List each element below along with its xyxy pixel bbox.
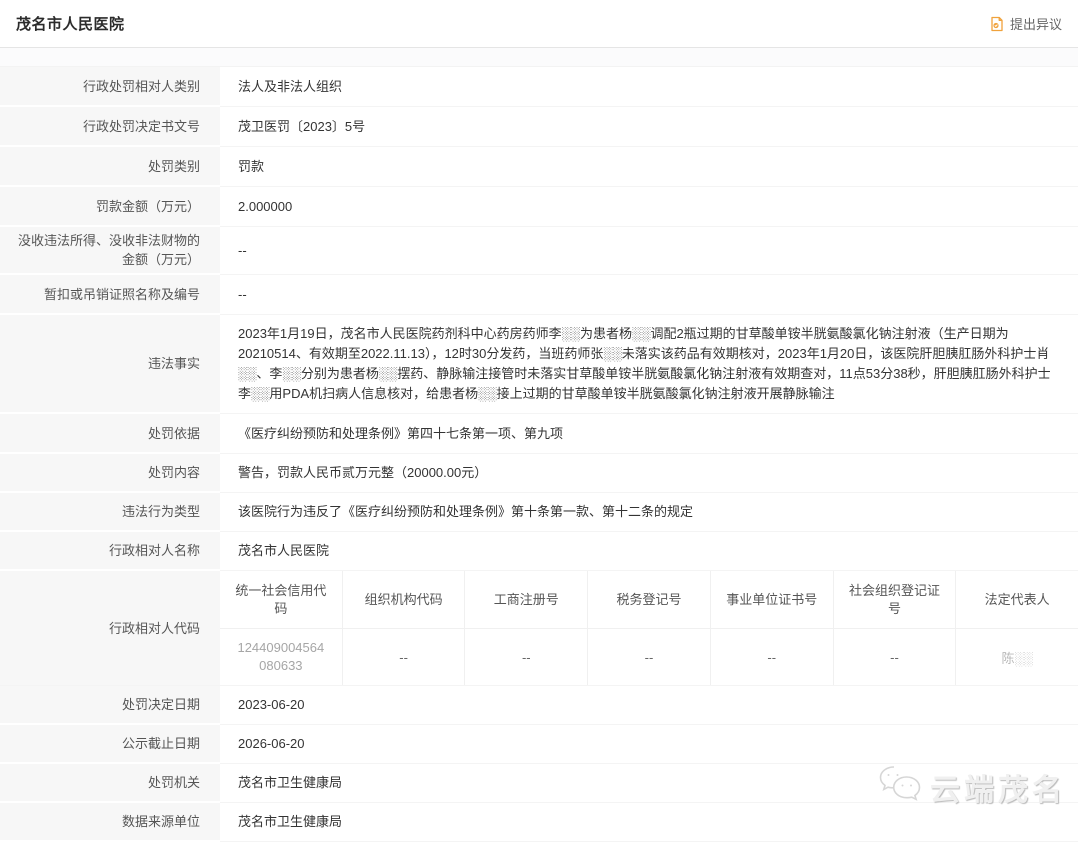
page-title: 茂名市人民医院 (16, 13, 125, 34)
table-row-publicity-end-date: 公示截止日期 2026-06-20 (0, 725, 1078, 764)
row-value: 茂名市人民医院 (220, 532, 1078, 571)
document-edit-icon (989, 16, 1005, 32)
row-label: 数据来源单位 (0, 803, 220, 842)
table-row-confiscation-amount: 没收违法所得、没收非法财物的金额（万元） -- (0, 227, 1078, 275)
row-label: 行政相对人代码 (0, 571, 220, 686)
row-label: 处罚机关 (0, 764, 220, 803)
row-value: 2026-06-20 (220, 725, 1078, 764)
unified-credit-code-value: 124409004564 080633 (220, 629, 343, 685)
col-header-business-reg-number: 工商注册号 (465, 571, 588, 629)
table-row-party-type: 行政处罚相对人类别 法人及非法人组织 (0, 67, 1078, 107)
table-row-data-source-unit: 数据来源单位 茂名市卫生健康局 (0, 803, 1078, 842)
row-value: -- (220, 227, 1078, 275)
table-row-penalty-authority: 处罚机关 茂名市卫生健康局 (0, 764, 1078, 803)
row-label: 罚款金额（万元） (0, 187, 220, 227)
row-value: 茂卫医罚〔2023〕5号 (220, 107, 1078, 147)
party-codes-table: 统一社会信用代码 组织机构代码 工商注册号 税务登记号 事业单位证书号 社会组织… (220, 571, 1078, 686)
table-row-penalty-category: 处罚类别 罚款 (0, 147, 1078, 187)
row-label: 公示截止日期 (0, 725, 220, 764)
col-header-social-org-reg-number: 社会组织登记证号 (834, 571, 957, 629)
row-label: 没收违法所得、没收非法财物的金额（万元） (0, 227, 220, 275)
row-value: 茂名市卫生健康局 (220, 803, 1078, 842)
business-reg-number-value: -- (465, 629, 588, 685)
table-row-decision-date: 处罚决定日期 2023-06-20 (0, 686, 1078, 725)
table-row-fine-amount: 罚款金额（万元） 2.000000 (0, 187, 1078, 227)
legal-representative-value: 陈░░ (956, 629, 1078, 685)
row-label: 处罚类别 (0, 147, 220, 187)
row-label: 行政相对人名称 (0, 532, 220, 571)
row-label: 违法事实 (0, 315, 220, 414)
row-label: 暂扣或吊销证照名称及编号 (0, 275, 220, 315)
col-header-tax-reg-number: 税务登记号 (588, 571, 711, 629)
col-header-unified-credit-code: 统一社会信用代码 (220, 571, 343, 629)
row-label: 处罚决定日期 (0, 686, 220, 725)
row-value: 2023-06-20 (220, 686, 1078, 725)
row-value: 罚款 (220, 147, 1078, 187)
tax-reg-number-value: -- (588, 629, 711, 685)
row-label: 违法行为类型 (0, 493, 220, 532)
row-value: 《医疗纠纷预防和处理条例》第四十七条第一项、第九项 (220, 414, 1078, 454)
row-value: 2023年1月19日，茂名市人民医院药剂科中心药房药师李░░为患者杨░░调配2瓶… (220, 315, 1078, 414)
table-row-penalty-basis: 处罚依据 《医疗纠纷预防和处理条例》第四十七条第一项、第九项 (0, 414, 1078, 454)
table-row-party-name: 行政相对人名称 茂名市人民医院 (0, 532, 1078, 571)
violation-facts-text: 2023年1月19日，茂名市人民医院药剂科中心药房药师李░░为患者杨░░调配2瓶… (238, 315, 1058, 413)
col-header-legal-representative: 法定代表人 (956, 571, 1078, 629)
row-value: 2.000000 (220, 187, 1078, 227)
row-label: 行政处罚决定书文号 (0, 107, 220, 147)
row-label: 处罚依据 (0, 414, 220, 454)
row-value: 该医院行为违反了《医疗纠纷预防和处理条例》第十条第一款、第十二条的规定 (220, 493, 1078, 532)
org-code-value: -- (343, 629, 466, 685)
row-value: 法人及非法人组织 (220, 67, 1078, 107)
institution-cert-number-value: -- (711, 629, 834, 685)
table-row-violation-type: 违法行为类型 该医院行为违反了《医疗纠纷预防和处理条例》第十条第一款、第十二条的… (0, 493, 1078, 532)
row-value: 茂名市卫生健康局 (220, 764, 1078, 803)
table-row-violation-facts: 违法事实 2023年1月19日，茂名市人民医院药剂科中心药房药师李░░为患者杨░… (0, 315, 1078, 414)
header-divider (0, 48, 1078, 67)
penalty-record-table: 行政处罚相对人类别 法人及非法人组织 行政处罚决定书文号 茂卫医罚〔2023〕5… (0, 67, 1078, 842)
party-codes-value-row: 124409004564 080633 -- -- -- -- -- 陈░░ (220, 629, 1078, 685)
col-header-org-code: 组织机构代码 (343, 571, 466, 629)
table-row-party-codes: 行政相对人代码 统一社会信用代码 组织机构代码 工商注册号 税务登记号 事业单位… (0, 571, 1078, 686)
row-label: 处罚内容 (0, 454, 220, 493)
col-header-institution-cert-number: 事业单位证书号 (711, 571, 834, 629)
table-row-license-revocation: 暂扣或吊销证照名称及编号 -- (0, 275, 1078, 315)
objection-button[interactable]: 提出异议 (989, 14, 1062, 33)
row-label: 行政处罚相对人类别 (0, 67, 220, 107)
row-value: 警告，罚款人民币贰万元整（20000.00元） (220, 454, 1078, 493)
row-value: -- (220, 275, 1078, 315)
social-org-reg-number-value: -- (834, 629, 957, 685)
header-bar: 茂名市人民医院 提出异议 (0, 0, 1078, 48)
objection-label: 提出异议 (1010, 14, 1062, 33)
table-row-penalty-content: 处罚内容 警告，罚款人民币贰万元整（20000.00元） (0, 454, 1078, 493)
table-row-decision-doc-number: 行政处罚决定书文号 茂卫医罚〔2023〕5号 (0, 107, 1078, 147)
party-codes-header-row: 统一社会信用代码 组织机构代码 工商注册号 税务登记号 事业单位证书号 社会组织… (220, 571, 1078, 629)
